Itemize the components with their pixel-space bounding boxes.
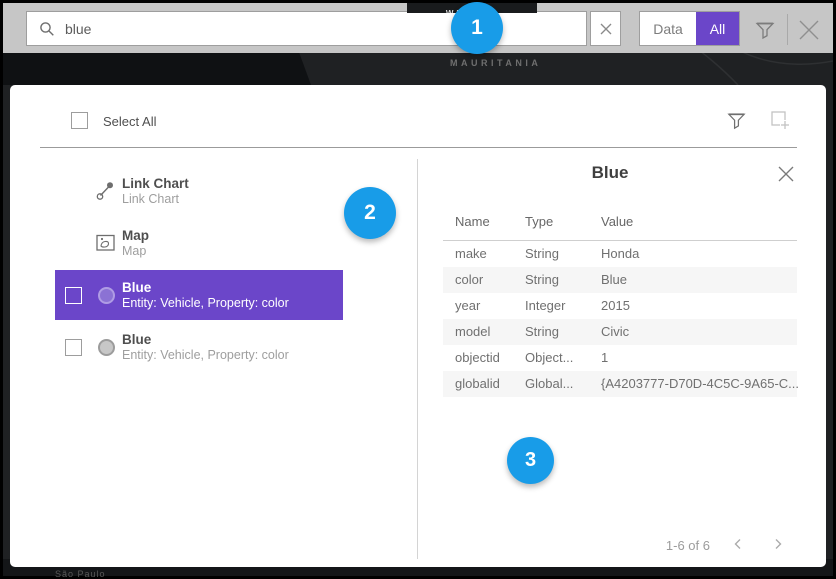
- header-divider: [40, 147, 797, 148]
- result-title: Blue: [122, 332, 289, 347]
- close-icon: [797, 18, 821, 42]
- cell-value: 1: [601, 345, 608, 371]
- column-header-type: Type: [525, 214, 553, 229]
- cell-name: model: [455, 319, 490, 345]
- pagination-label: 1-6 of 6: [570, 538, 710, 553]
- result-title: Map: [122, 228, 149, 243]
- cell-value: Blue: [601, 267, 627, 293]
- map-label-mauritania: MAURITANIA: [450, 58, 541, 68]
- select-all-checkbox[interactable]: [71, 112, 88, 129]
- cell-value: Civic: [601, 319, 629, 345]
- callout-2: 2: [344, 187, 396, 239]
- result-checkbox[interactable]: [65, 287, 82, 304]
- cell-type: String: [525, 319, 559, 345]
- attribute-table: make String Honda color String Blue year…: [443, 241, 797, 397]
- add-selection-icon: [768, 108, 792, 132]
- results-filter-button[interactable]: [726, 110, 747, 131]
- link-chart-icon: [95, 180, 117, 202]
- table-row: color String Blue: [443, 267, 797, 293]
- result-item-link-chart[interactable]: Link Chart Link Chart: [55, 168, 343, 214]
- callout-1: 1: [451, 2, 503, 54]
- callout-3: 3: [507, 437, 554, 484]
- clear-x-icon: [600, 23, 612, 35]
- cell-value: {A4203777-D70D-4C5C-9A65-C...: [601, 371, 799, 397]
- result-item-blue[interactable]: Blue Entity: Vehicle, Property: color: [55, 324, 343, 370]
- result-subtitle: Entity: Vehicle, Property: color: [122, 348, 289, 363]
- scope-toggle: Data All: [639, 11, 740, 46]
- cell-type: String: [525, 267, 559, 293]
- result-item-blue-selected[interactable]: Blue Entity: Vehicle, Property: color: [55, 270, 343, 320]
- map-icon: [96, 234, 116, 252]
- results-panel: Select All: [10, 85, 826, 567]
- list-detail-divider: [417, 159, 418, 559]
- table-row: objectid Object... 1: [443, 345, 797, 371]
- filter-funnel-icon: [754, 19, 776, 41]
- attribute-table-header: Name Type Value: [443, 214, 797, 240]
- cell-name: objectid: [455, 345, 500, 371]
- select-all-label: Select All: [103, 114, 156, 129]
- detail-close-icon: [777, 165, 795, 183]
- cell-name: color: [455, 267, 483, 293]
- result-title: Link Chart: [122, 176, 189, 191]
- table-row: model String Civic: [443, 319, 797, 345]
- table-row: globalid Global... {A4203777-D70D-4C5C-9…: [443, 371, 797, 397]
- add-to-selection-button[interactable]: [768, 108, 792, 132]
- column-header-name: Name: [455, 214, 490, 229]
- chevron-right-icon: [771, 537, 785, 551]
- result-checkbox[interactable]: [65, 339, 82, 356]
- cell-name: year: [455, 293, 480, 319]
- results-filter-funnel-icon: [726, 110, 747, 131]
- detail-close-button[interactable]: [776, 165, 796, 185]
- entity-dot-icon: [98, 287, 115, 304]
- cell-type: Integer: [525, 293, 565, 319]
- chevron-left-icon: [731, 537, 745, 551]
- cell-name: globalid: [455, 371, 500, 397]
- filter-button[interactable]: [754, 19, 776, 41]
- result-item-map[interactable]: Map Map: [55, 220, 343, 266]
- column-header-value: Value: [601, 214, 633, 229]
- cell-value: 2015: [601, 293, 630, 319]
- result-title: Blue: [122, 280, 289, 295]
- close-search-button[interactable]: [797, 18, 821, 42]
- cell-value: Honda: [601, 241, 639, 267]
- scope-data-button[interactable]: Data: [640, 12, 696, 45]
- entity-dot-icon: [98, 339, 115, 356]
- toolbar-divider: [787, 14, 788, 45]
- screenshot-root: MAURITANIA São Paulo Data All: [0, 0, 836, 579]
- table-row: make String Honda: [443, 241, 797, 267]
- result-subtitle: Link Chart: [122, 192, 189, 207]
- cell-type: Global...: [525, 371, 573, 397]
- result-subtitle: Entity: Vehicle, Property: color: [122, 296, 289, 311]
- map-label-sao-paulo: São Paulo: [55, 569, 106, 579]
- pagination-next-button[interactable]: [768, 535, 788, 555]
- cell-type: Object...: [525, 345, 573, 371]
- cell-name: make: [455, 241, 487, 267]
- pagination-prev-button[interactable]: [728, 535, 748, 555]
- detail-title: Blue: [430, 163, 790, 183]
- result-subtitle: Map: [122, 244, 149, 259]
- clear-search-button[interactable]: [590, 11, 621, 46]
- search-icon: [39, 21, 55, 37]
- cell-type: String: [525, 241, 559, 267]
- table-row: year Integer 2015: [443, 293, 797, 319]
- scope-all-button[interactable]: All: [696, 12, 739, 45]
